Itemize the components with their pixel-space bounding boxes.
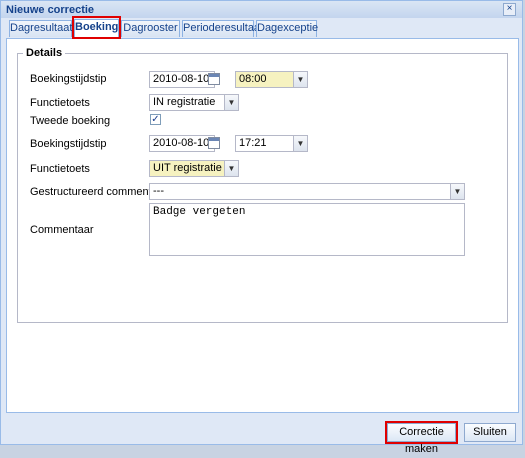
correction-dialog: Nieuwe correctie × Dagresultaat Boeking … [0,0,523,455]
boekingstijdstip2-label: Boekingstijdstip [30,138,107,150]
boekingstijdstip-time-field[interactable]: 08:00 ▼ [235,71,308,88]
functietoets2-value: UIT registratie [153,162,222,174]
tab-perioderesultaat[interactable]: Perioderesultaat [182,20,263,37]
boekingstijdstip-time-value: 08:00 [239,73,267,85]
boeking-panel: Details Boekingstijdstip 2010-08-10 08:0… [6,39,519,413]
details-fieldset: Details Boekingstijdstip 2010-08-10 08:0… [17,47,508,323]
commentaar-textarea[interactable]: Badge vergeten [149,203,465,256]
commentaar-label: Commentaar [30,224,94,236]
sluiten-button[interactable]: Sluiten [464,423,516,442]
tab-dagrooster[interactable]: Dagrooster [121,20,180,37]
calendar-icon[interactable] [208,73,220,85]
functietoets2-select[interactable]: UIT registratie ▼ [149,160,239,177]
tab-dagresultaat[interactable]: Dagresultaat [9,20,72,37]
gestructureerd-commentaar-label: Gestructureerd commentaar [30,186,168,198]
dialog-title: Nieuwe correctie [6,4,95,16]
chevron-down-icon[interactable]: ▼ [450,184,464,199]
chevron-down-icon[interactable]: ▼ [224,95,238,110]
details-legend: Details [23,47,66,59]
boekingstijdstip-date-field[interactable]: 2010-08-10 [149,71,215,88]
boekingstijdstip2-time-value: 17:21 [239,137,267,149]
boekingstijdstip-label: Boekingstijdstip [30,73,107,85]
functietoets-value: IN registratie [153,96,216,108]
tab-dagexceptie[interactable]: Dagexceptie [256,20,318,37]
boekingstijdstip2-time-field[interactable]: 17:21 ▼ [235,135,308,152]
gestructureerd-commentaar-value: --- [153,185,164,197]
boekingstijdstip2-date-field[interactable]: 2010-08-10 [149,135,215,152]
functietoets-select[interactable]: IN registratie ▼ [149,94,239,111]
functietoets-label: Functietoets [30,97,90,109]
tab-highlight-frame [72,16,121,39]
close-icon[interactable]: × [503,3,516,16]
chevron-down-icon[interactable]: ▼ [293,72,307,87]
button-highlight-frame [385,421,458,444]
gestructureerd-commentaar-select[interactable]: --- ▼ [149,183,465,200]
chevron-down-icon[interactable]: ▼ [293,136,307,151]
functietoets2-label: Functietoets [30,163,90,175]
calendar-icon[interactable] [208,137,220,149]
tweede-boeking-checkbox[interactable]: ✓ [150,114,161,125]
tweede-boeking-label: Tweede boeking [30,115,111,127]
chevron-down-icon[interactable]: ▼ [224,161,238,176]
